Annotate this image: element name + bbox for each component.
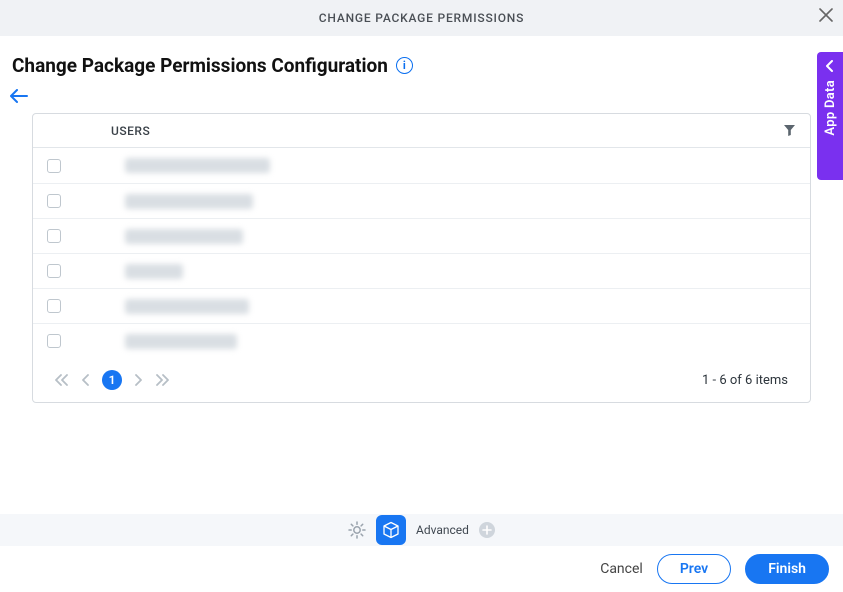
titlebar: CHANGE PACKAGE PERMISSIONS	[0, 0, 843, 36]
advanced-label: Advanced	[416, 523, 469, 537]
page-first-icon[interactable]	[55, 374, 69, 386]
table-row	[33, 288, 810, 323]
users-table: USERS 1 1 - 6 of 6	[32, 113, 811, 403]
dialog-actions: Cancel Prev Finish	[600, 554, 829, 584]
table-footer: 1 1 - 6 of 6 items	[33, 358, 810, 402]
table-header: USERS	[33, 114, 810, 148]
row-checkbox[interactable]	[47, 159, 61, 173]
table-row	[33, 183, 810, 218]
plus-icon[interactable]	[479, 522, 495, 538]
user-name-cell	[125, 264, 183, 279]
app-data-tab[interactable]: App Data	[817, 52, 843, 180]
table-row	[33, 148, 810, 183]
column-users-label: USERS	[111, 124, 150, 138]
user-name-cell	[125, 194, 253, 209]
close-icon[interactable]	[819, 8, 833, 22]
row-checkbox[interactable]	[47, 264, 61, 278]
table-row	[33, 323, 810, 358]
page-title: Change Package Permissions Configuration…	[12, 54, 831, 77]
user-name-cell	[125, 299, 249, 314]
subheader: Change Package Permissions Configuration…	[0, 36, 843, 81]
user-name-cell	[125, 158, 270, 173]
package-icon[interactable]	[376, 515, 406, 545]
back-button[interactable]	[10, 89, 30, 103]
page-current[interactable]: 1	[102, 370, 122, 390]
user-name-cell	[125, 334, 237, 349]
user-name-cell	[125, 229, 243, 244]
chevron-left-icon	[826, 60, 834, 72]
table-row	[33, 253, 810, 288]
prev-button[interactable]: Prev	[657, 554, 731, 584]
bottom-toolbar: Advanced	[0, 514, 843, 546]
cancel-button[interactable]: Cancel	[600, 561, 643, 577]
pagination-range: 1 - 6 of 6 items	[702, 373, 788, 388]
row-checkbox[interactable]	[47, 299, 61, 313]
filter-icon[interactable]	[783, 124, 796, 137]
info-icon[interactable]: i	[396, 57, 413, 74]
row-checkbox[interactable]	[47, 229, 61, 243]
page-next-icon[interactable]	[134, 374, 143, 386]
finish-button[interactable]: Finish	[745, 554, 829, 584]
app-data-label: App Data	[823, 80, 838, 136]
content-area: USERS 1 1 - 6 of 6	[0, 103, 843, 403]
gear-icon[interactable]	[348, 521, 366, 539]
page-last-icon[interactable]	[155, 374, 169, 386]
page-title-text: Change Package Permissions Configuration	[12, 54, 388, 77]
row-checkbox[interactable]	[47, 334, 61, 348]
dialog-title: CHANGE PACKAGE PERMISSIONS	[319, 11, 524, 25]
table-row	[33, 218, 810, 253]
pagination: 1	[55, 370, 169, 390]
page-prev-icon[interactable]	[81, 374, 90, 386]
row-checkbox[interactable]	[47, 194, 61, 208]
